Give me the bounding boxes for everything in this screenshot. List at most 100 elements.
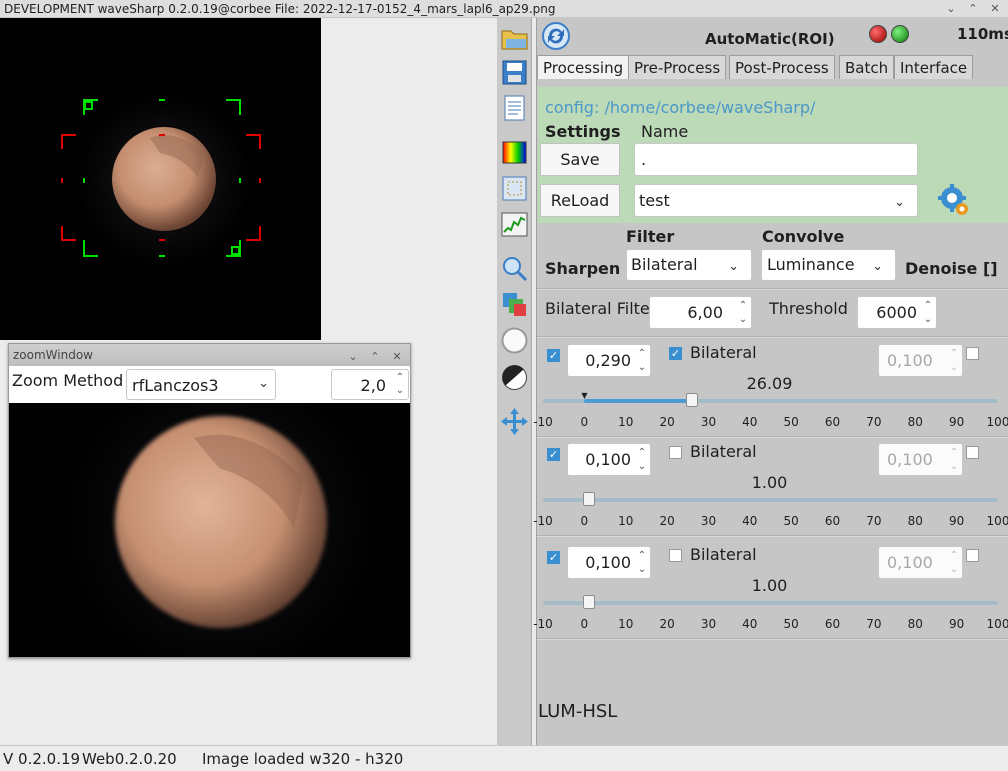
spin-down-icon[interactable]: ⌄: [395, 385, 405, 397]
name-label: Name: [641, 122, 689, 141]
layer-bilateral-checkbox[interactable]: [669, 446, 682, 459]
layer-enable-checkbox[interactable]: ✓: [547, 448, 560, 461]
spin-up-icon[interactable]: ⌃: [637, 348, 647, 360]
denoise-label: Denoise []: [905, 259, 998, 278]
zoom-icon[interactable]: [500, 254, 529, 283]
contrast-icon[interactable]: [500, 363, 529, 392]
slider-tick-label: 20: [659, 514, 675, 528]
stack-icon[interactable]: [500, 290, 529, 319]
tab-processing[interactable]: Processing: [537, 55, 630, 79]
convolve-select[interactable]: Luminance ⌄: [761, 249, 896, 281]
web-version-label: Web0.2.0.20: [82, 750, 177, 768]
tab-interface[interactable]: Interface: [894, 55, 974, 79]
tab-batch[interactable]: Batch: [839, 55, 895, 79]
spin-up-icon[interactable]: ⌃: [637, 447, 647, 459]
refresh-icon[interactable]: [540, 20, 572, 56]
color-icon[interactable]: [500, 138, 529, 167]
layer-bilateral-label: Bilateral: [690, 343, 757, 362]
layer-amount-spinbox[interactable]: 0,100 ⌃ ⌄: [567, 546, 651, 579]
spin-down-icon[interactable]: ⌄: [738, 314, 748, 326]
zoom-method-select[interactable]: rfLanczos3 ⌄: [126, 369, 276, 400]
threshold-spinbox[interactable]: 6000 ⌃ ⌄: [857, 296, 937, 329]
save-button[interactable]: Save: [540, 143, 620, 176]
layer-denoise-spinbox[interactable]: 0,100 ⌃ ⌄: [878, 344, 963, 377]
layer-slider-handle[interactable]: [582, 492, 595, 506]
zoom-minimize-icon[interactable]: ⌄: [342, 346, 364, 364]
slider-tick-label: 70: [866, 415, 882, 429]
layer-bilateral-checkbox[interactable]: ✓: [669, 347, 682, 360]
slider-tick-label: 60: [824, 617, 841, 631]
preset-select[interactable]: test ⌄: [634, 184, 918, 217]
slider-tick-label: 20: [659, 415, 675, 429]
slider-tick-label: 80: [907, 415, 923, 429]
spin-down-icon[interactable]: ⌄: [949, 564, 959, 576]
layer-denoise-spinbox[interactable]: 0,100 ⌃ ⌄: [878, 443, 963, 476]
close-icon[interactable]: ✕: [984, 0, 1006, 18]
divider: [537, 336, 1008, 338]
move-icon[interactable]: [500, 407, 529, 436]
bilateral-filter-spinbox[interactable]: 6,00 ⌃ ⌄: [649, 296, 752, 329]
slider-tick-label: 50: [783, 415, 799, 429]
spin-up-icon[interactable]: ⌃: [738, 300, 748, 312]
slider-tick-label: 100: [986, 514, 1008, 528]
spin-up-icon[interactable]: ⌃: [949, 550, 959, 562]
tab-pre-process[interactable]: Pre-Process: [628, 55, 727, 79]
layer-slider-handle[interactable]: [582, 595, 595, 609]
save-icon[interactable]: [500, 58, 529, 87]
layer-amount-spinbox[interactable]: 0,100 ⌃ ⌄: [567, 443, 651, 476]
settings-label: Settings: [545, 122, 621, 141]
zoom-window-titlebar[interactable]: zoomWindow ⌄ ⌃ ✕: [9, 344, 410, 366]
spin-up-icon[interactable]: ⌃: [949, 447, 959, 459]
minimize-icon[interactable]: ⌄: [940, 0, 962, 18]
filter-select[interactable]: Bilateral ⌄: [626, 249, 752, 281]
layer-amount-spinbox[interactable]: 0,290 ⌃ ⌄: [567, 344, 651, 377]
bilateral-filter-value: 6,00: [687, 303, 723, 322]
reload-button[interactable]: ReLoad: [540, 184, 620, 217]
settings-gear-icon[interactable]: [937, 183, 971, 221]
spin-down-icon[interactable]: ⌄: [637, 461, 647, 473]
spin-up-icon[interactable]: ⌃: [923, 300, 933, 312]
zoom-window[interactable]: zoomWindow ⌄ ⌃ ✕ Zoom Method rfLanczos3 …: [8, 343, 411, 658]
window-title: DEVELOPMENT waveSharp 0.2.0.19@corbee Fi…: [4, 2, 556, 16]
spin-down-icon[interactable]: ⌄: [949, 461, 959, 473]
spin-up-icon[interactable]: ⌃: [395, 372, 405, 384]
layer-enable-checkbox[interactable]: ✓: [547, 551, 560, 564]
zoom-maximize-icon[interactable]: ⌃: [364, 346, 386, 364]
spin-down-icon[interactable]: ⌄: [637, 362, 647, 374]
spin-down-icon[interactable]: ⌄: [923, 314, 933, 326]
histogram-icon[interactable]: [500, 210, 529, 239]
tab-bar: Processing Pre-Process Post-Process Batc…: [537, 54, 1008, 80]
zoom-factor-spinbox[interactable]: 2,0 ⌃ ⌄: [331, 369, 409, 400]
layer-slider[interactable]: [543, 492, 998, 506]
slider-tick-label: 30: [700, 617, 717, 631]
maximize-icon[interactable]: ⌃: [962, 0, 984, 18]
layer-denoise-spinbox[interactable]: 0,100 ⌃ ⌄: [878, 546, 963, 579]
open-folder-icon[interactable]: [500, 23, 529, 52]
zoom-close-icon[interactable]: ✕: [386, 346, 408, 364]
layer-bilateral-checkbox[interactable]: [669, 549, 682, 562]
spin-down-icon[interactable]: ⌄: [949, 362, 959, 374]
slider-tick-label: 100: [986, 617, 1008, 631]
roi-icon[interactable]: [500, 174, 529, 203]
circle-icon[interactable]: [500, 326, 529, 355]
layer-enable-checkbox[interactable]: ✓: [547, 349, 560, 362]
zoom-image-view[interactable]: [9, 403, 410, 657]
slider-tick-label: 10: [618, 415, 634, 429]
tab-post-process[interactable]: Post-Process: [729, 55, 835, 79]
slider-tick-label: 80: [907, 514, 923, 528]
preset-value: test: [639, 191, 670, 210]
layer-slider-value: 1.00: [751, 473, 788, 492]
spin-up-icon[interactable]: ⌃: [949, 348, 959, 360]
layer-denoise-checkbox[interactable]: [966, 347, 979, 360]
layer-denoise-checkbox[interactable]: [966, 446, 979, 459]
spin-down-icon[interactable]: ⌄: [637, 564, 647, 576]
layer-slider-handle[interactable]: [686, 393, 699, 407]
slider-tick-label: 90: [948, 415, 965, 429]
layer-slider[interactable]: [543, 595, 998, 609]
name-input[interactable]: .: [634, 143, 918, 176]
main-image-view[interactable]: [0, 18, 321, 340]
layer-denoise-checkbox[interactable]: [966, 549, 979, 562]
spin-up-icon[interactable]: ⌃: [637, 550, 647, 562]
layer-slider[interactable]: ▼: [543, 391, 998, 407]
document-icon[interactable]: [500, 93, 529, 122]
